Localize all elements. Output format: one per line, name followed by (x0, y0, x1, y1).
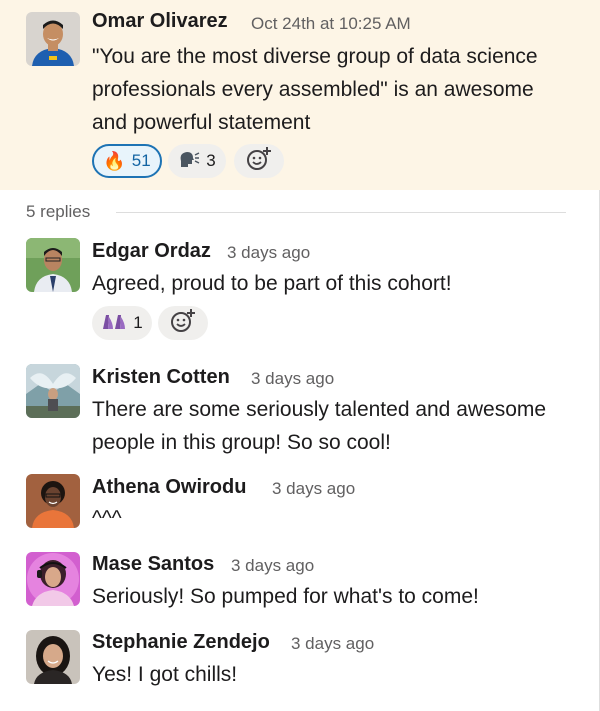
reaction-fire[interactable]: 🔥 51 (92, 144, 162, 178)
parent-message[interactable]: Omar Olivarez Oct 24th at 10:25 AM "You … (0, 0, 600, 190)
avatar[interactable] (26, 238, 80, 292)
fire-icon: 🔥 (103, 150, 126, 171)
author-name[interactable]: Edgar Ordaz (92, 240, 211, 263)
author-name[interactable]: Kristen Cotten (92, 366, 230, 389)
timestamp[interactable]: 3 days ago (272, 479, 355, 499)
author-name[interactable]: Athena Owirodu (92, 476, 246, 499)
author-name[interactable]: Stephanie Zendejo (92, 631, 270, 654)
message-text: Agreed, proud to be part of this cohort! (92, 272, 452, 295)
message-line: "You are the most diverse group of data … (92, 45, 538, 68)
thread-panel: Omar Olivarez Oct 24th at 10:25 AM "You … (0, 0, 600, 711)
timestamp[interactable]: Oct 24th at 10:25 AM (251, 14, 411, 34)
message-line: professionals every assembled" is an awe… (92, 78, 534, 101)
avatar[interactable] (26, 552, 80, 606)
avatar[interactable] (26, 364, 80, 418)
reaction-heels[interactable]: 1 (92, 306, 152, 340)
replies-count: 5 replies (26, 202, 91, 221)
reaction-count: 3 (206, 151, 216, 170)
timestamp[interactable]: 3 days ago (251, 369, 334, 389)
message-text: Seriously! So pumped for what's to come! (92, 585, 479, 608)
message-line: and powerful statement (92, 111, 311, 134)
add-emoji-icon (170, 308, 196, 339)
speaking-head-icon (178, 149, 200, 174)
add-reaction-button[interactable] (234, 144, 284, 178)
timestamp[interactable]: 3 days ago (227, 243, 310, 263)
avatar[interactable] (26, 630, 80, 684)
add-reaction-button[interactable] (158, 306, 208, 340)
avatar[interactable] (26, 474, 80, 528)
timestamp[interactable]: 3 days ago (231, 556, 314, 576)
message-text: There are some seriously talented and aw… (92, 393, 546, 459)
timestamp[interactable]: 3 days ago (291, 634, 374, 654)
avatar[interactable] (26, 12, 80, 66)
reaction-count: 51 (131, 151, 151, 170)
heels-icon (101, 311, 127, 336)
message-text: "You are the most diverse group of data … (92, 40, 538, 139)
divider-line (116, 212, 566, 213)
reaction-count: 1 (133, 313, 143, 332)
reaction-speaking-head[interactable]: 3 (168, 144, 226, 178)
author-name[interactable]: Omar Olivarez (92, 10, 228, 33)
message-line: people in this group! So so cool! (92, 431, 391, 454)
message-text: ^^^ (92, 507, 122, 530)
message-text: Yes! I got chills! (92, 663, 238, 686)
author-name[interactable]: Mase Santos (92, 553, 214, 576)
add-emoji-icon (246, 146, 272, 177)
message-line: There are some seriously talented and aw… (92, 398, 547, 421)
replies-divider: 5 replies (26, 200, 566, 224)
